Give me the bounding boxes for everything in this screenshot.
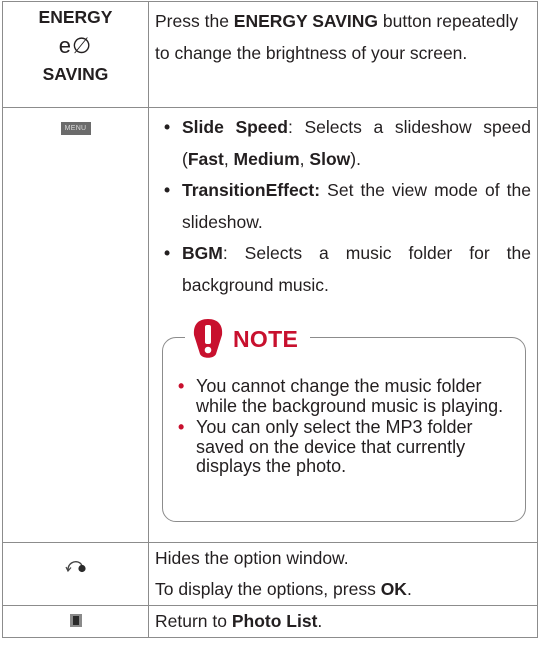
option-keys-table: ENERGY e∅ SAVING Press the ENERGY SAVING…	[2, 1, 538, 638]
note-list: • You cannot change the music folder whil…	[178, 376, 511, 479]
list-item-bgm: • BGM: Selects a music folder for the bac…	[155, 238, 531, 301]
photo-list-icon	[69, 614, 82, 628]
back-line2-pre: To display the options, press	[155, 579, 381, 599]
exclamation-icon	[191, 318, 225, 361]
list-item-transition-effect: • TransitionEffect: Set the view mode of …	[155, 175, 531, 238]
bullet-icon: •	[164, 180, 171, 200]
sep: ,	[299, 148, 310, 169]
speed-fast: Fast	[187, 148, 224, 169]
back-row: Hides the option window. To display the …	[2, 542, 538, 606]
speed-slow: Slow	[309, 148, 351, 169]
list-item-slide-speed: • Slide Speed: Selects a slideshow speed …	[155, 112, 531, 175]
note-bullet-icon: •	[178, 376, 185, 396]
energy-desc-bold: ENERGY SAVING	[233, 11, 379, 31]
sep: ,	[223, 148, 234, 169]
energy-desc-pre: Press the	[155, 11, 234, 31]
speed-medium: Medium	[233, 148, 300, 169]
note-item: • You cannot change the music folder whil…	[178, 376, 511, 416]
photo-list-row: Return to Photo List.	[2, 605, 538, 638]
back-description: Hides the option window. To display the …	[148, 542, 538, 606]
menu-button-icon: MENU	[60, 122, 91, 135]
slide-speed-tail: ).	[350, 148, 361, 169]
energy-saving-description: Press the ENERGY SAVING button repeatedl…	[148, 1, 538, 108]
photo-list-key-cell	[2, 605, 149, 638]
slide-speed-label: Slide Speed	[182, 117, 288, 137]
energy-saving-row: ENERGY e∅ SAVING Press the ENERGY SAVING…	[2, 1, 538, 108]
back-line2-post: .	[406, 579, 412, 599]
energy-saving-key-cell: ENERGY e∅ SAVING	[2, 1, 149, 108]
energy-key-label-line2: SAVING	[42, 64, 109, 84]
photo-list-label: Photo List	[231, 611, 318, 631]
back-key-cell	[2, 542, 149, 606]
photo-list-description: Return to Photo List.	[148, 605, 538, 638]
note-bullet-icon: •	[178, 417, 185, 437]
ok-label: OK	[380, 579, 407, 599]
bgm-label: BGM	[182, 243, 223, 263]
menu-key-cell: MENU	[2, 107, 149, 543]
back-arrow-icon	[64, 552, 87, 583]
menu-row: MENU • Slide Speed: Selects a slideshow s…	[2, 107, 538, 543]
note-item-text: You can only select the MP3 folder saved…	[196, 417, 473, 476]
energy-key-label-line1: ENERGY	[38, 7, 113, 27]
photo-pre: Return to	[155, 611, 232, 631]
note-title: NOTE	[233, 325, 299, 352]
bullet-icon: •	[164, 117, 171, 137]
note-header: NOTE	[185, 317, 311, 361]
energy-saving-icon: e∅	[58, 33, 93, 58]
photo-post: .	[317, 611, 323, 631]
note-box: NOTE • You cannot change the music folder…	[155, 317, 531, 522]
note-item: • You can only select the MP3 folder save…	[178, 417, 511, 477]
menu-options-list: • Slide Speed: Selects a slideshow speed …	[155, 112, 531, 301]
transition-effect-label: TransitionEffect:	[182, 180, 321, 200]
back-line1: Hides the option window.	[155, 548, 349, 568]
menu-description: • Slide Speed: Selects a slideshow speed …	[148, 107, 538, 543]
bullet-icon: •	[164, 243, 171, 263]
back-line2: To display the options, press OK.	[155, 574, 531, 605]
bgm-text: : Selects a music folder for the backgro…	[182, 243, 531, 295]
note-item-text: You cannot change the music folder while…	[196, 376, 504, 416]
